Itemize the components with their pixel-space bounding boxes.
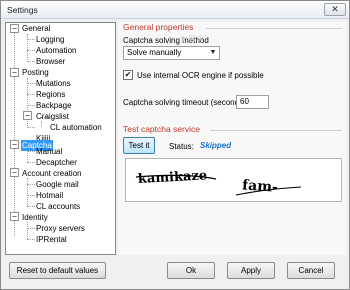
ghost-watermark: ✦ ꕤ ⊕ xyxy=(180,34,204,43)
title-bar[interactable]: Settings ✕ xyxy=(1,1,349,19)
tree-item-regions[interactable]: Regions xyxy=(35,89,66,100)
tree-item-craigslist[interactable]: Craigslist xyxy=(35,111,70,122)
reset-defaults-button[interactable]: Reset to default values xyxy=(9,262,106,279)
test-it-button[interactable]: Test it xyxy=(123,137,155,154)
tree-item-hotmail[interactable]: Hotmail xyxy=(35,190,64,201)
general-properties-title: General properties xyxy=(123,22,194,32)
status-label: Status: xyxy=(169,142,194,151)
tree-line xyxy=(27,94,35,95)
tree-item-identity[interactable]: Identity xyxy=(21,212,49,223)
tree-item-posting[interactable]: Posting xyxy=(21,67,50,78)
ocr-checkbox[interactable]: ✔ xyxy=(123,70,133,80)
apply-button[interactable]: Apply xyxy=(227,262,275,279)
tree-line xyxy=(27,222,28,239)
tree-item-iprental[interactable]: IPRental xyxy=(35,234,68,245)
captcha-image: kamikaze fam- xyxy=(125,158,342,202)
tree-item-proxy-servers[interactable]: Proxy servers xyxy=(35,223,86,234)
chevron-down-icon: ▼ xyxy=(209,49,217,56)
tree-line xyxy=(27,206,35,207)
collapse-icon[interactable]: − xyxy=(10,168,19,177)
settings-tree[interactable]: − − − − − − General Logging Automation B… xyxy=(5,22,116,255)
tree-line xyxy=(27,83,35,84)
captcha-word: kamikaze xyxy=(138,168,208,187)
tree-item-logging[interactable]: Logging xyxy=(35,34,65,45)
tree-line xyxy=(27,195,35,196)
collapse-icon[interactable]: − xyxy=(10,140,19,149)
ok-button[interactable]: Ok xyxy=(167,262,215,279)
tree-line xyxy=(27,78,28,128)
window-title: Settings xyxy=(7,5,38,15)
tree-line xyxy=(27,39,35,40)
tree-line xyxy=(27,228,35,229)
tree-item-account-creation[interactable]: Account creation xyxy=(21,168,83,179)
method-value: Solve manually xyxy=(127,48,182,57)
section-divider xyxy=(206,28,342,29)
tree-item-browser[interactable]: Browser xyxy=(35,56,66,67)
tree-item-google-mail[interactable]: Google mail xyxy=(35,179,80,190)
close-icon: ✕ xyxy=(331,4,339,14)
ocr-label: Use internal OCR engine if possible xyxy=(137,71,264,80)
timeout-label: Captcha solving timeout (seconds) xyxy=(123,98,246,107)
timeout-input[interactable]: 60 xyxy=(236,95,269,109)
tree-line xyxy=(27,151,35,152)
tree-line xyxy=(27,105,35,106)
tree-item-automation[interactable]: Automation xyxy=(35,45,77,56)
tree-item-cl-automation[interactable]: CL automation xyxy=(49,122,103,133)
tree-item-general[interactable]: General xyxy=(21,23,51,34)
tree-line xyxy=(27,184,35,185)
captcha-drawing: kamikaze fam- xyxy=(135,168,302,196)
close-button[interactable]: ✕ xyxy=(324,3,346,16)
tree-line xyxy=(27,127,35,128)
tree-item-backpage[interactable]: Backpage xyxy=(35,100,73,111)
method-select[interactable]: Solve manually ▼ xyxy=(123,46,220,60)
tree-line xyxy=(27,162,35,163)
tree-item-decaptcher[interactable]: Decaptcher xyxy=(35,157,78,168)
status-value: Skipped xyxy=(200,141,232,150)
collapse-icon[interactable]: − xyxy=(23,111,32,120)
cancel-button[interactable]: Cancel xyxy=(287,262,335,279)
collapse-icon[interactable]: − xyxy=(10,212,19,221)
settings-window: Settings ✕ − − − − − − General Logging A… xyxy=(0,0,350,290)
tree-line xyxy=(27,151,28,162)
tree-line xyxy=(27,178,28,206)
tree-line xyxy=(27,61,35,62)
collapse-icon[interactable]: − xyxy=(10,68,19,77)
test-service-title: Test captcha service xyxy=(123,124,201,134)
tree-item-mutations[interactable]: Mutations xyxy=(35,78,72,89)
tree-item-cl-accounts[interactable]: CL accounts xyxy=(35,201,81,212)
tree-item-manual[interactable]: Manual xyxy=(35,146,63,157)
tree-line xyxy=(27,239,35,240)
section-divider xyxy=(210,130,342,131)
tree-line xyxy=(14,33,15,236)
tree-line xyxy=(27,50,35,51)
collapse-icon[interactable]: − xyxy=(10,24,19,33)
captcha-settings-panel: General properties Captcha solving metho… xyxy=(118,22,346,255)
